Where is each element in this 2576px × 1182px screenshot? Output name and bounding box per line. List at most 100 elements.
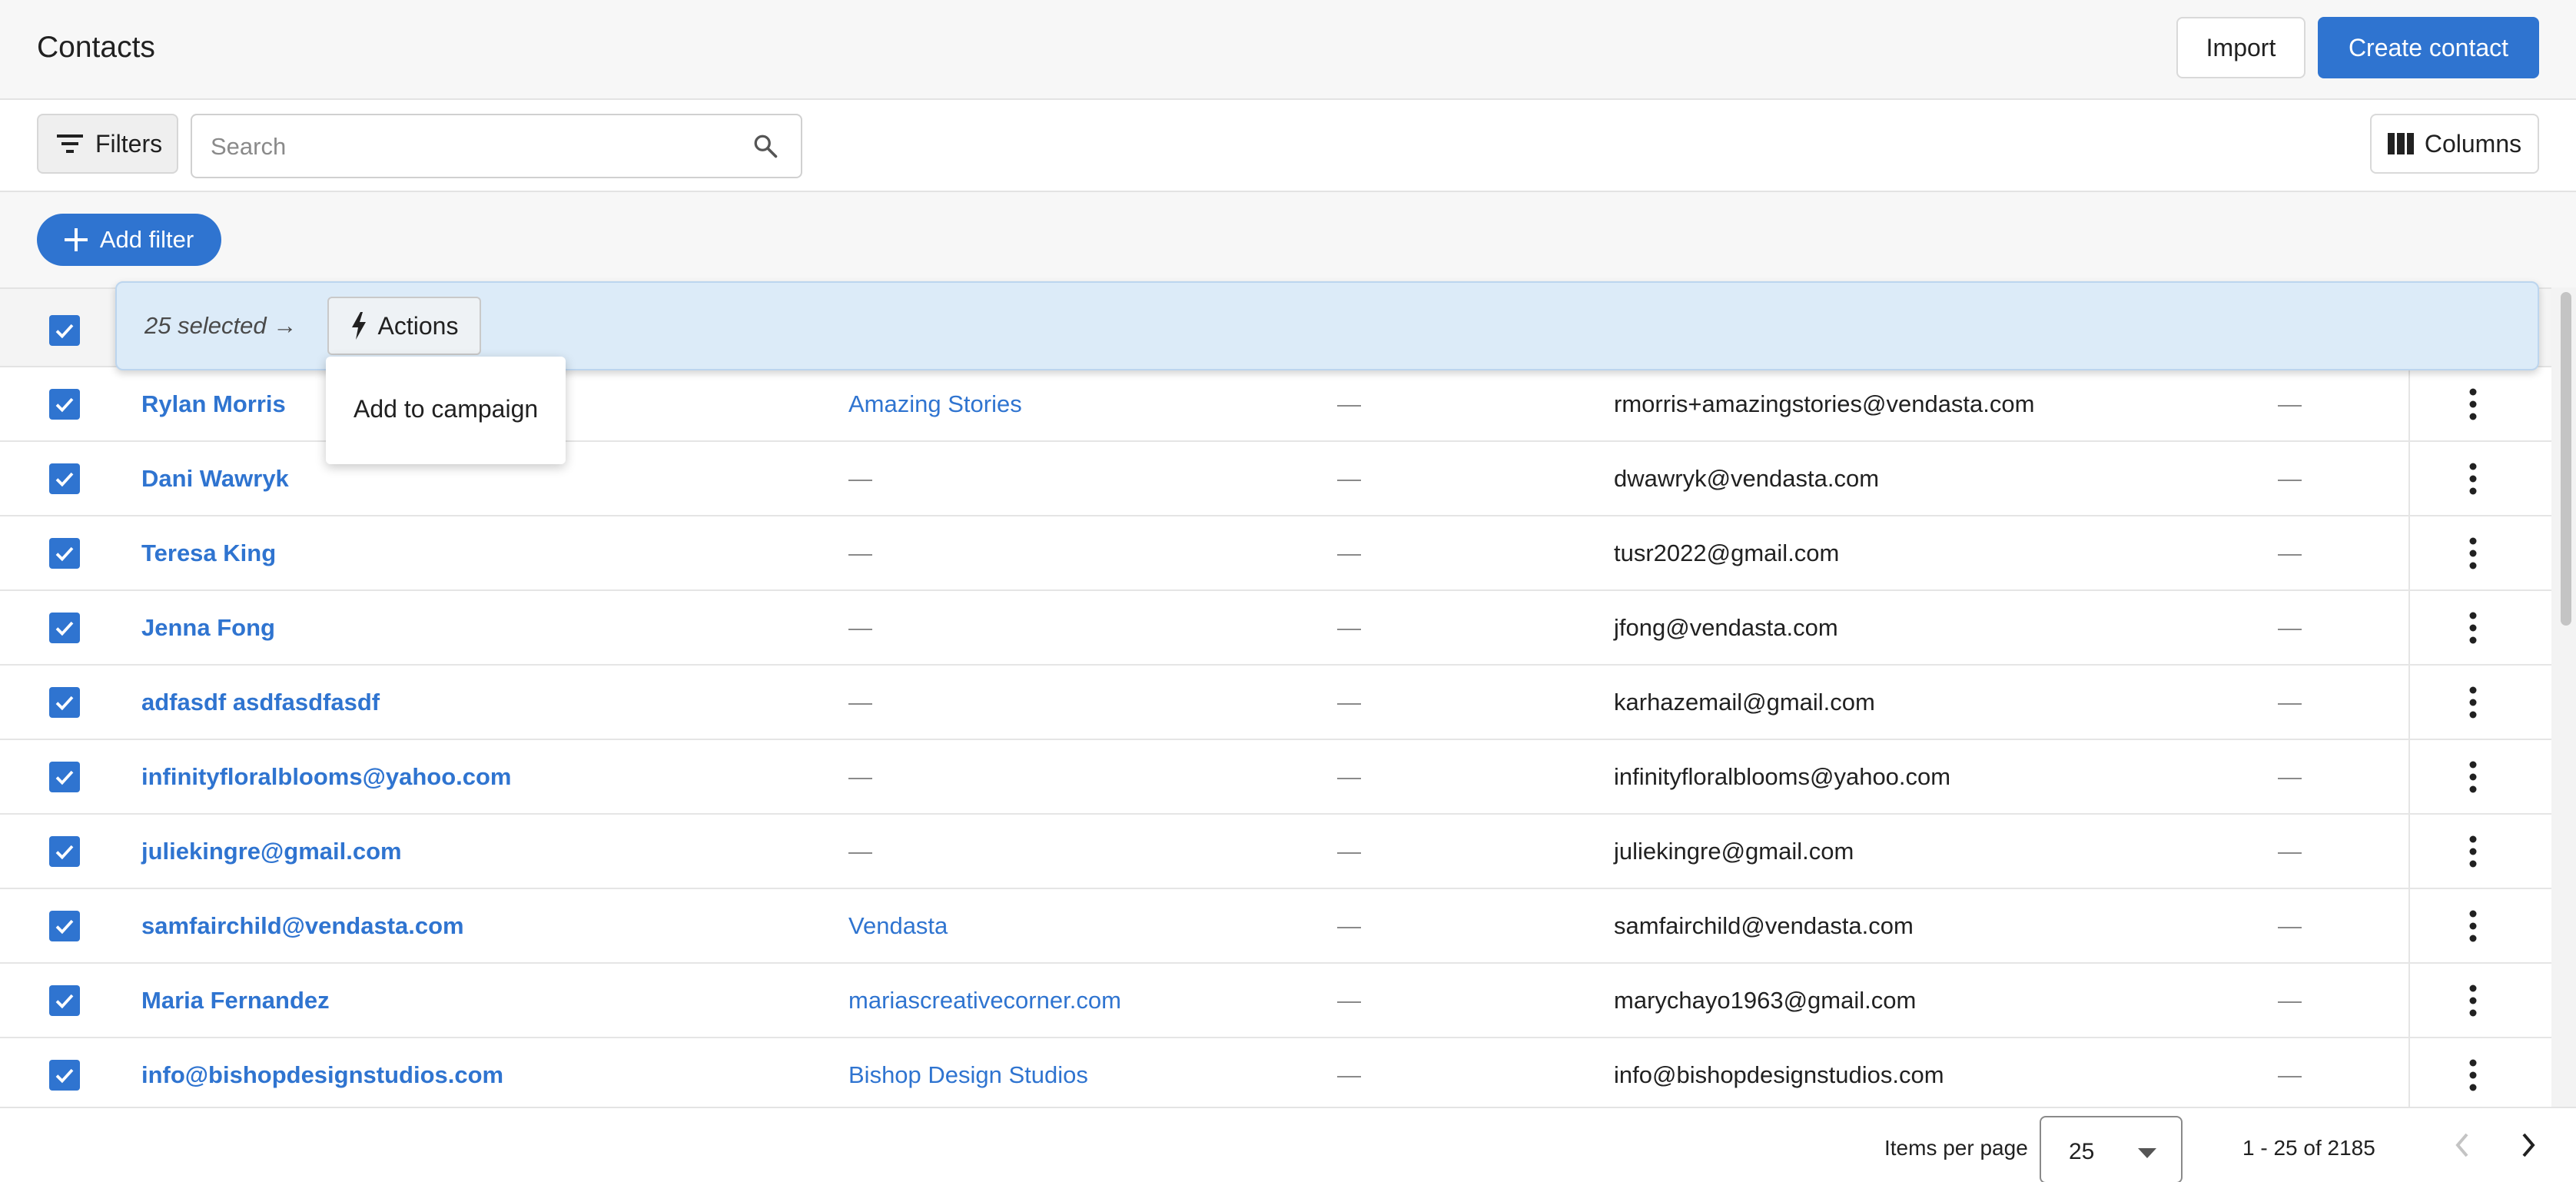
table-row[interactable]: Jenna Fong — — jfong@vendasta.com — xyxy=(0,591,2551,666)
actions-button[interactable]: Actions xyxy=(327,297,481,355)
add-filter-button[interactable]: Add filter xyxy=(37,214,221,266)
row-menu-cell xyxy=(2408,815,2551,889)
table-row[interactable]: Teresa King — — tusr2022@gmail.com — xyxy=(0,516,2551,591)
check-icon xyxy=(55,994,74,1009)
caret-down-icon xyxy=(2138,1148,2156,1158)
check-icon xyxy=(55,1068,74,1084)
filters-label: Filters xyxy=(95,129,163,158)
columns-button[interactable]: Columns xyxy=(2370,114,2539,174)
pagination-footer: Items per page 25 1 - 25 of 2185 xyxy=(0,1107,2576,1182)
contact-name-link[interactable]: Maria Fernandez xyxy=(141,987,330,1014)
company-cell: — xyxy=(848,614,872,641)
extra-cell: — xyxy=(2278,838,2302,865)
row-menu-cell xyxy=(2408,591,2551,666)
email-cell: jfong@vendasta.com xyxy=(1614,614,1838,641)
row-checkbox[interactable] xyxy=(49,985,80,1016)
more-vertical-icon[interactable] xyxy=(2458,909,2488,943)
extra-cell: — xyxy=(2278,912,2302,939)
more-vertical-icon[interactable] xyxy=(2458,835,2488,868)
row-checkbox[interactable] xyxy=(49,613,80,643)
contact-name-link[interactable]: Dani Wawryk xyxy=(141,465,289,493)
email-cell: tusr2022@gmail.com xyxy=(1614,540,1840,566)
select-all-checkbox[interactable] xyxy=(49,315,80,346)
more-vertical-icon[interactable] xyxy=(2458,984,2488,1018)
table-row[interactable]: adfasdf asdfasdfasdf — — karhazemail@gmail.… xyxy=(0,666,2551,740)
columns-icon xyxy=(2387,133,2414,154)
table-row[interactable]: juliekingre@gmail.com — — juliekingre@gmail… xyxy=(0,815,2551,889)
page-title: Contacts xyxy=(37,31,155,64)
table-row[interactable]: Maria Fernandez mariascreativecorner.com —… xyxy=(0,964,2551,1038)
company-cell[interactable]: Bishop Design Studios xyxy=(848,1061,1088,1089)
chevron-left-icon[interactable] xyxy=(2452,1130,2473,1160)
items-per-page-value: 25 xyxy=(2069,1139,2095,1164)
contact-name-link[interactable]: Jenna Fong xyxy=(141,614,275,642)
phone-cell: — xyxy=(1337,689,1361,716)
company-cell: — xyxy=(848,763,872,790)
company-cell[interactable]: Amazing Stories xyxy=(848,390,1022,418)
plus-icon xyxy=(64,228,88,251)
contact-name-link[interactable]: Teresa King xyxy=(141,540,276,567)
search-icon[interactable] xyxy=(752,132,779,160)
table-row[interactable]: info@bishopdesignstudios.com Bishop Desig… xyxy=(0,1038,2551,1107)
row-menu-cell xyxy=(2408,442,2551,516)
row-checkbox[interactable] xyxy=(49,911,80,941)
row-checkbox[interactable] xyxy=(49,389,80,420)
lightning-icon xyxy=(351,312,366,340)
phone-cell: — xyxy=(1337,763,1361,790)
contact-name-link[interactable]: Rylan Morris xyxy=(141,390,286,418)
scrollbar-thumb[interactable] xyxy=(2561,292,2571,626)
create-contact-button[interactable]: Create contact xyxy=(2318,17,2539,78)
row-checkbox[interactable] xyxy=(49,538,80,569)
page-header: Contacts Import Create contact xyxy=(0,0,2576,100)
row-menu-cell xyxy=(2408,740,2551,815)
more-vertical-icon[interactable] xyxy=(2458,1058,2488,1092)
toolbar: Filters Columns xyxy=(0,100,2576,192)
filter-bar: Add filter xyxy=(0,192,2576,287)
email-cell: karhazemail@gmail.com xyxy=(1614,689,1875,716)
phone-cell: — xyxy=(1337,1061,1361,1088)
extra-cell: — xyxy=(2278,390,2302,417)
contact-name-link[interactable]: adfasdf asdfasdfasdf xyxy=(141,689,380,716)
contact-name-link[interactable]: juliekingre@gmail.com xyxy=(141,838,402,865)
check-icon xyxy=(55,845,74,860)
check-icon xyxy=(55,397,74,413)
company-cell: — xyxy=(848,689,872,716)
more-vertical-icon[interactable] xyxy=(2458,387,2488,421)
more-vertical-icon[interactable] xyxy=(2458,462,2488,496)
row-checkbox[interactable] xyxy=(49,463,80,494)
extra-cell: — xyxy=(2278,465,2302,492)
row-checkbox[interactable] xyxy=(49,687,80,718)
contact-name-link[interactable]: samfairchild@vendasta.com xyxy=(141,912,464,940)
actions-menu: Add to campaign xyxy=(326,357,566,464)
row-menu-cell xyxy=(2408,964,2551,1038)
company-cell[interactable]: mariascreativecorner.com xyxy=(848,987,1121,1014)
company-cell[interactable]: Vendasta xyxy=(848,912,948,940)
phone-cell: — xyxy=(1337,540,1361,566)
filters-button[interactable]: Filters xyxy=(37,114,178,174)
table-row[interactable]: samfairchild@vendasta.com Vendasta — samfai… xyxy=(0,889,2551,964)
more-vertical-icon[interactable] xyxy=(2458,686,2488,719)
email-cell: dwawryk@vendasta.com xyxy=(1614,465,1880,492)
row-checkbox[interactable] xyxy=(49,762,80,792)
chevron-right-icon[interactable] xyxy=(2518,1130,2539,1160)
menu-item-add-to-campaign[interactable]: Add to campaign xyxy=(354,395,538,423)
row-checkbox[interactable] xyxy=(49,836,80,867)
more-vertical-icon[interactable] xyxy=(2458,536,2488,570)
search-box[interactable] xyxy=(191,114,802,178)
contact-name-link[interactable]: infinityfloralblooms@yahoo.com xyxy=(141,763,511,791)
check-icon xyxy=(55,324,74,339)
contact-name-link[interactable]: info@bishopdesignstudios.com xyxy=(141,1061,503,1089)
company-cell: — xyxy=(848,465,872,492)
more-vertical-icon[interactable] xyxy=(2458,611,2488,645)
more-vertical-icon[interactable] xyxy=(2458,760,2488,794)
table-row[interactable]: infinityfloralblooms@yahoo.com — — infinity… xyxy=(0,740,2551,815)
email-cell: info@bishopdesignstudios.com xyxy=(1614,1061,1944,1088)
pagination-range: 1 - 25 of 2185 xyxy=(2242,1136,2375,1160)
search-input[interactable] xyxy=(211,128,733,166)
phone-cell: — xyxy=(1337,987,1361,1014)
phone-cell: — xyxy=(1337,838,1361,865)
import-button[interactable]: Import xyxy=(2176,17,2305,78)
row-checkbox[interactable] xyxy=(49,1060,80,1091)
items-per-page-select[interactable]: 25 xyxy=(2040,1116,2183,1182)
row-menu-cell xyxy=(2408,1038,2551,1107)
